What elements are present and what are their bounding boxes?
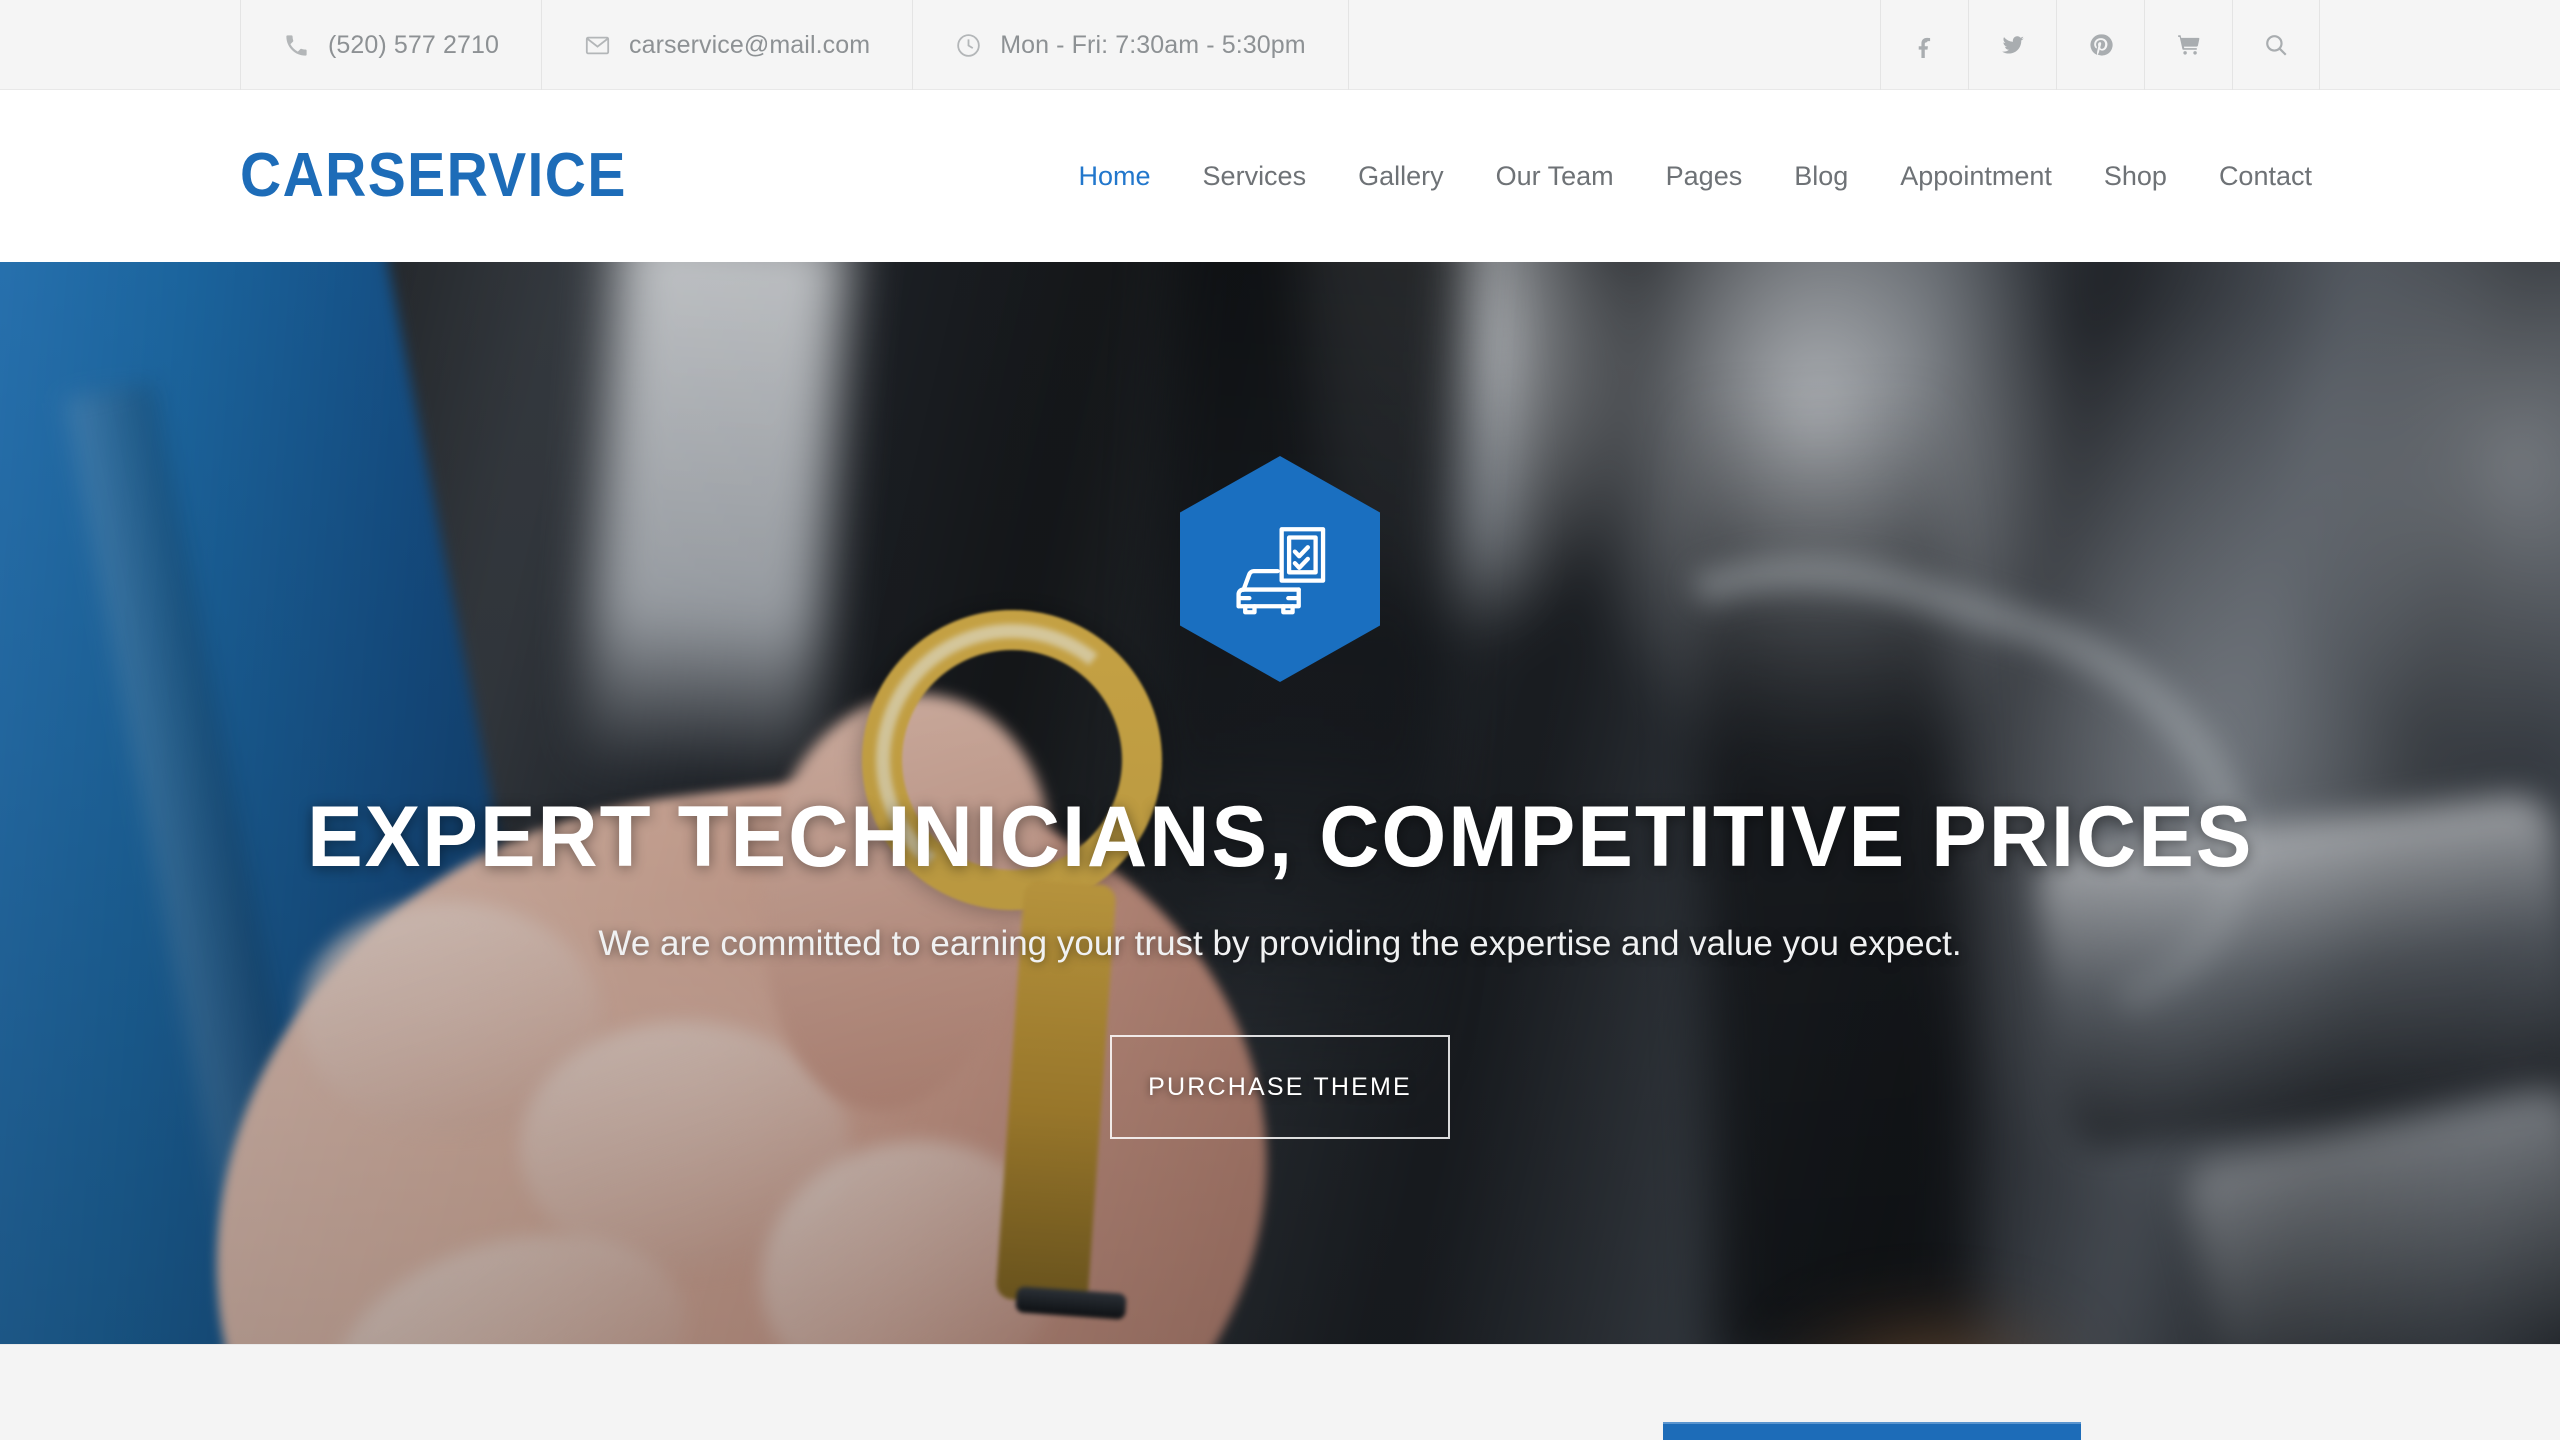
- nav-item-shop[interactable]: Shop: [2078, 162, 2193, 190]
- clock-icon: [955, 32, 982, 59]
- nav-item-contact[interactable]: Contact: [2193, 162, 2338, 190]
- nav-item-appointment[interactable]: Appointment: [1874, 162, 2078, 190]
- hero-badge: [1180, 456, 1380, 682]
- envelope-icon: [584, 32, 611, 59]
- topbar-social-group: [1880, 0, 2320, 90]
- nav-item-our-team[interactable]: Our Team: [1470, 162, 1640, 190]
- site-logo[interactable]: CARSERVICE: [240, 145, 627, 207]
- email-address: carservice@mail.com: [628, 30, 871, 59]
- cart-icon: [2176, 32, 2202, 58]
- phone-icon: [283, 32, 310, 59]
- nav-item-blog[interactable]: Blog: [1768, 162, 1874, 190]
- search-icon: [2263, 32, 2289, 58]
- next-section: [0, 1344, 2560, 1440]
- pinterest-link[interactable]: [2056, 0, 2144, 90]
- hero-subtitle: We are committed to earning your trust b…: [598, 924, 1962, 963]
- nav-item-services[interactable]: Services: [1177, 162, 1333, 190]
- main-navigation: Home Services Gallery Our Team Pages Blo…: [1053, 162, 2338, 190]
- nav-item-gallery[interactable]: Gallery: [1332, 162, 1470, 190]
- twitter-icon: [2000, 32, 2026, 58]
- search-button[interactable]: [2232, 0, 2320, 90]
- hero-title: EXPERT TECHNICIANS, COMPETITIVE PRICES: [306, 789, 2254, 885]
- nav-item-home[interactable]: Home: [1053, 162, 1177, 190]
- nav-item-pages[interactable]: Pages: [1640, 162, 1769, 190]
- topbar-phone[interactable]: (520) 577 2710: [240, 0, 541, 90]
- purchase-theme-button[interactable]: PURCHASE THEME: [1110, 1035, 1450, 1139]
- topbar-contact-group: (520) 577 2710 carservice@mail.com Mon -…: [240, 0, 1349, 90]
- top-bar: (520) 577 2710 carservice@mail.com Mon -…: [0, 0, 2560, 90]
- facebook-link[interactable]: [1880, 0, 1968, 90]
- phone-number: (520) 577 2710: [328, 30, 499, 59]
- hero-content: EXPERT TECHNICIANS, COMPETITIVE PRICES W…: [0, 262, 2560, 1344]
- car-inspection-icon: [1227, 516, 1333, 622]
- facebook-icon: [1912, 32, 1938, 58]
- twitter-link[interactable]: [1968, 0, 2056, 90]
- topbar-email[interactable]: carservice@mail.com: [540, 0, 912, 90]
- site-header: CARSERVICE Home Services Gallery Our Tea…: [0, 90, 2560, 262]
- topbar-hours: Mon - Fri: 7:30am - 5:30pm: [912, 0, 1349, 90]
- hero-section: EXPERT TECHNICIANS, COMPETITIVE PRICES W…: [0, 262, 2560, 1344]
- cart-link[interactable]: [2144, 0, 2232, 90]
- business-hours: Mon - Fri: 7:30am - 5:30pm: [1000, 30, 1306, 59]
- pinterest-icon: [2088, 32, 2114, 58]
- section-heading-block: [1663, 1422, 2081, 1440]
